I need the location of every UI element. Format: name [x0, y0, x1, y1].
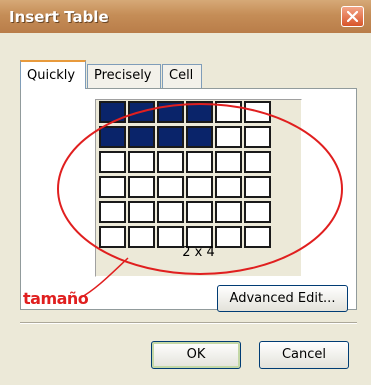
grid-cell-selected[interactable] [128, 126, 155, 148]
close-button[interactable] [341, 6, 364, 27]
tab-panel-quickly: 2 x 4 [20, 88, 357, 310]
grid-cell[interactable] [244, 126, 271, 148]
grid-cell[interactable] [186, 201, 213, 223]
cancel-label: Cancel [281, 347, 327, 362]
grid-cell[interactable] [157, 176, 184, 198]
grid-cell[interactable] [99, 201, 126, 223]
ok-button[interactable]: OK [151, 341, 241, 369]
grid-cell[interactable] [215, 101, 242, 123]
grid-cell-selected[interactable] [128, 101, 155, 123]
annotation-label: tamaño [23, 289, 89, 308]
grid-cell[interactable] [128, 201, 155, 223]
advanced-edit-label: Advanced Edit... [229, 291, 336, 306]
grid-cell[interactable] [99, 151, 126, 173]
separator [20, 322, 357, 324]
title-bar[interactable]: Insert Table [0, 0, 371, 33]
grid-cell[interactable] [157, 201, 184, 223]
insert-table-dialog: Insert Table Quickly Precisely Cell 2 x … [0, 0, 371, 385]
close-icon [347, 11, 358, 22]
grid-cell[interactable] [215, 126, 242, 148]
grid-cell[interactable] [157, 151, 184, 173]
table-grid[interactable] [99, 101, 271, 248]
grid-cell-selected[interactable] [99, 101, 126, 123]
advanced-edit-button[interactable]: Advanced Edit... [217, 285, 348, 312]
grid-cell[interactable] [244, 201, 271, 223]
grid-cell[interactable] [215, 151, 242, 173]
grid-cell-selected[interactable] [157, 101, 184, 123]
grid-cell-selected[interactable] [186, 126, 213, 148]
grid-cell[interactable] [186, 151, 213, 173]
cancel-button[interactable]: Cancel [259, 341, 349, 369]
grid-cell-selected[interactable] [186, 101, 213, 123]
table-size-picker: 2 x 4 [95, 99, 302, 277]
table-size-label: 2 x 4 [182, 245, 215, 260]
grid-cell[interactable] [186, 176, 213, 198]
grid-cell[interactable] [128, 176, 155, 198]
grid-cell[interactable] [244, 101, 271, 123]
grid-cell-selected[interactable] [99, 126, 126, 148]
grid-cell[interactable] [128, 151, 155, 173]
dialog-title: Insert Table [9, 8, 109, 26]
grid-cell[interactable] [215, 201, 242, 223]
tab-precisely[interactable]: Precisely [87, 64, 161, 88]
grid-cell[interactable] [99, 176, 126, 198]
grid-cell[interactable] [215, 176, 242, 198]
tab-cell[interactable]: Cell [162, 64, 202, 88]
grid-cell[interactable] [244, 176, 271, 198]
ok-label: OK [186, 347, 206, 362]
grid-cell-selected[interactable] [157, 126, 184, 148]
tab-quickly[interactable]: Quickly [20, 60, 86, 89]
grid-cell[interactable] [244, 151, 271, 173]
